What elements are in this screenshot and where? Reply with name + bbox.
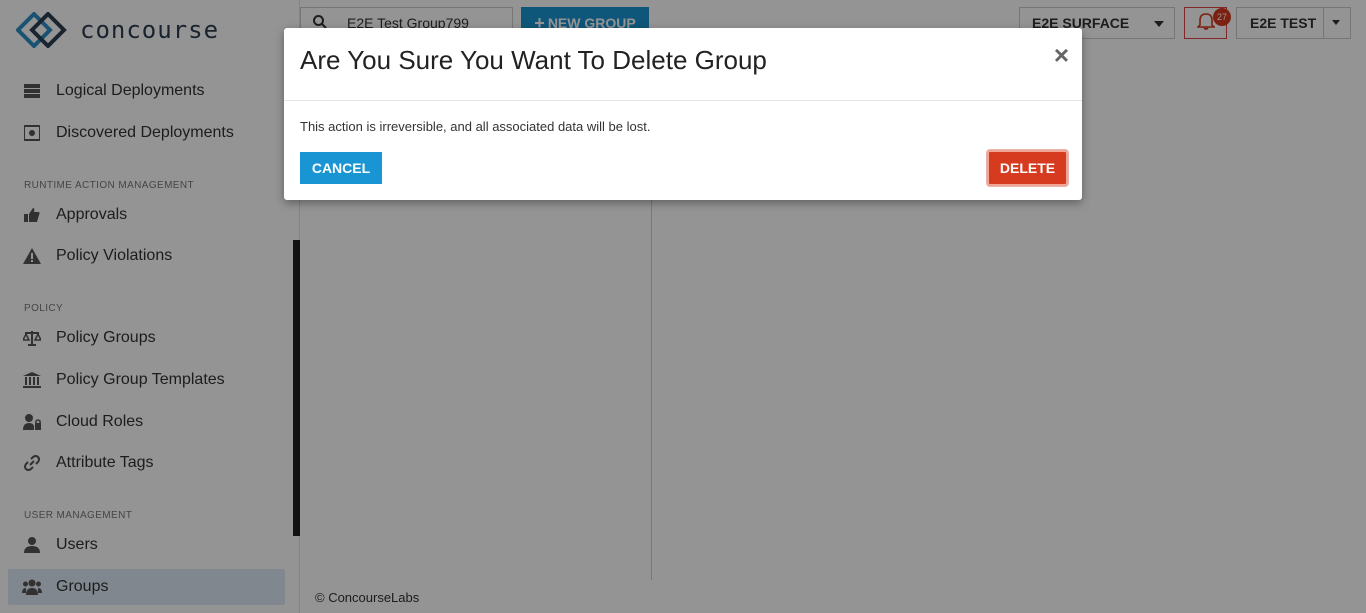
- modal-title: Are You Sure You Want To Delete Group: [300, 45, 767, 75]
- delete-group-modal: Are You Sure You Want To Delete Group × …: [284, 28, 1082, 200]
- delete-button[interactable]: DELETE: [987, 150, 1068, 186]
- modal-message: This action is irreversible, and all ass…: [300, 119, 651, 134]
- close-icon[interactable]: ×: [1054, 42, 1069, 68]
- modal-header: Are You Sure You Want To Delete Group ×: [284, 28, 1082, 101]
- cancel-button[interactable]: CANCEL: [300, 152, 382, 184]
